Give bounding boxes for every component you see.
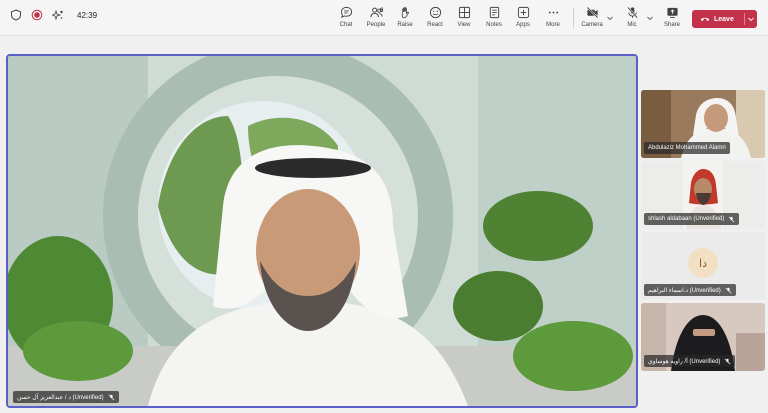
participant-tile[interactable]: shlash aldabaan (Unverified) bbox=[641, 161, 765, 229]
meeting-timer: 42:39 bbox=[77, 10, 98, 20]
muted-mic-icon bbox=[108, 394, 114, 400]
camera-button[interactable]: Camera bbox=[577, 6, 607, 34]
notes-label: Notes bbox=[486, 22, 502, 28]
participant-namebar: shlash aldabaan (Unverified) bbox=[644, 213, 740, 225]
share-label: Share bbox=[663, 22, 680, 28]
chat-icon bbox=[340, 6, 352, 18]
sparkle-icon[interactable] bbox=[52, 9, 64, 21]
mic-off-icon bbox=[626, 6, 638, 19]
apps-button[interactable]: Apps bbox=[508, 6, 538, 34]
camera-options-chevron-icon[interactable] bbox=[606, 14, 614, 22]
participant-tile[interactable]: دا د.اسماء البراهيم (Unverified) bbox=[641, 232, 765, 300]
toolbar-divider bbox=[573, 8, 574, 28]
main-video-tile[interactable]: د / عبدالعزيز آل حسن (Unverified) bbox=[6, 54, 638, 408]
chat-button[interactable]: Chat bbox=[331, 6, 361, 34]
meeting-toolbar: 42:39 Chat 6 People Raise React View Not… bbox=[0, 0, 768, 36]
more-dots-icon bbox=[548, 11, 558, 14]
main-participant-name: د / عبدالعزيز آل حسن (Unverified) bbox=[17, 394, 104, 401]
camera-label: Camera bbox=[581, 22, 603, 28]
more-label: More bbox=[546, 22, 560, 28]
participant-name: shlash aldabaan (Unverified) bbox=[648, 216, 725, 222]
notes-button[interactable]: Notes bbox=[479, 6, 509, 34]
participant-avatar: دا bbox=[688, 248, 718, 278]
leave-options-chevron-icon[interactable] bbox=[747, 15, 755, 23]
participant-tile[interactable]: Abdulaziz Mohammed Alamri bbox=[641, 90, 765, 158]
people-button[interactable]: 6 People bbox=[361, 6, 391, 34]
chat-label: Chat bbox=[339, 22, 353, 28]
participant-namebar: د.اسماء البراهيم (Unverified) bbox=[644, 284, 736, 296]
mic-button[interactable]: Mic bbox=[617, 6, 647, 34]
leave-button[interactable]: Leave bbox=[692, 10, 757, 28]
participant-name: Abdulaziz Mohammed Alamri bbox=[648, 145, 726, 151]
main-participant-namebar: د / عبدالعزيز آل حسن (Unverified) bbox=[13, 391, 119, 403]
raise-hand-icon bbox=[401, 7, 409, 19]
leave-label: Leave bbox=[714, 15, 734, 23]
raise-label: Raise bbox=[397, 22, 413, 28]
react-label: React bbox=[427, 22, 443, 28]
view-label: View bbox=[457, 22, 471, 28]
participant-tile[interactable]: أ/ راويه هوساوي (Unverified) bbox=[641, 303, 765, 371]
participant-name: أ/ راويه هوساوي (Unverified) bbox=[648, 358, 721, 365]
mic-options-chevron-icon[interactable] bbox=[646, 14, 654, 22]
people-count: 6 bbox=[380, 8, 384, 14]
recording-icon bbox=[31, 9, 43, 21]
more-button[interactable]: More bbox=[538, 6, 568, 34]
share-button[interactable]: Share bbox=[657, 6, 687, 34]
share-screen-icon bbox=[666, 7, 678, 18]
grid-view-icon bbox=[458, 6, 470, 19]
mic-label: Mic bbox=[627, 22, 637, 28]
apps-plus-icon bbox=[517, 6, 529, 19]
hang-up-icon bbox=[700, 17, 710, 21]
people-label: People bbox=[366, 22, 386, 28]
participant-namebar: Abdulaziz Mohammed Alamri bbox=[644, 142, 730, 154]
participant-namebar: أ/ راويه هوساوي (Unverified) bbox=[644, 355, 736, 367]
participant-name: د.اسماء البراهيم (Unverified) bbox=[648, 287, 721, 294]
camera-off-icon bbox=[586, 6, 598, 19]
shield-icon[interactable] bbox=[10, 9, 22, 21]
meeting-status-area: 42:39 bbox=[10, 9, 97, 21]
raise-hand-button[interactable]: Raise bbox=[390, 6, 420, 34]
apps-label: Apps bbox=[516, 22, 530, 28]
muted-mic-icon bbox=[729, 216, 735, 222]
leave-divider bbox=[744, 13, 745, 25]
muted-mic-icon bbox=[725, 287, 732, 293]
react-button[interactable]: React bbox=[420, 6, 450, 34]
view-button[interactable]: View bbox=[449, 6, 479, 34]
smiley-icon bbox=[429, 6, 441, 19]
notes-icon bbox=[489, 6, 499, 19]
muted-mic-icon bbox=[725, 358, 731, 364]
main-video-feed bbox=[8, 56, 636, 406]
